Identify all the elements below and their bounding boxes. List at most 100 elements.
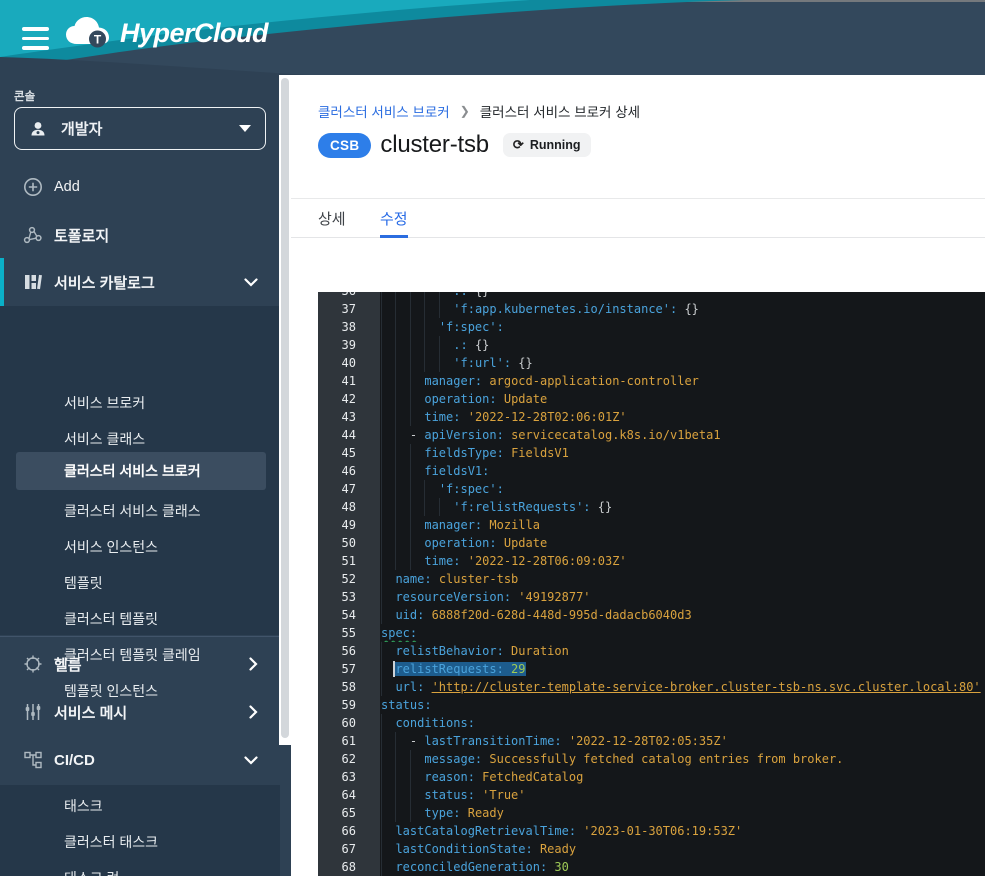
code-line-65: 65type: Ready xyxy=(318,804,985,822)
line-number: 49 xyxy=(318,516,380,534)
section-label: 서비스 메시 xyxy=(54,702,127,723)
code-line-44: 44- apiVersion: servicecatalog.k8s.io/v1… xyxy=(318,426,985,444)
brand-name: HyperCloud xyxy=(120,18,268,49)
sidebar-section-service-catalog[interactable]: 서비스 카탈로그 xyxy=(0,258,280,306)
main-content: 클러스터 서비스 브로커 ❯ 클러스터 서비스 브로커 상세 CSB clust… xyxy=(291,75,985,876)
code-line-49: 49manager: Mozilla xyxy=(318,516,985,534)
tab-edit[interactable]: 수정 xyxy=(380,199,408,238)
code-scroll-area: 36.: {}37'f:app.kubernetes.io/instance':… xyxy=(318,292,985,876)
console-label: 콘솔 xyxy=(14,88,35,104)
sidebar-scrollbar-thumb[interactable] xyxy=(281,78,289,738)
yaml-key: 'f:spec': xyxy=(439,482,504,496)
sidebar-item-task-run[interactable]: 태스크 런 xyxy=(0,860,280,876)
sidebar-section-service-mesh[interactable]: 서비스 메시 xyxy=(0,696,280,728)
line-number: 62 xyxy=(318,750,380,768)
yaml-key: reason: xyxy=(424,770,482,784)
yaml-code-editor[interactable]: 36.: {}37'f:app.kubernetes.io/instance':… xyxy=(318,292,985,876)
code-line-48: 48'f:relistRequests': {} xyxy=(318,498,985,516)
sidebar-item-cluster-service-class[interactable]: 클러스터 서비스 클래스 xyxy=(0,493,280,529)
code-line-45: 45fieldsType: FieldsV1 xyxy=(318,444,985,462)
yaml-value: Successfully fetched catalog entries fro… xyxy=(489,752,843,766)
page-title: cluster-tsb xyxy=(380,131,489,159)
yaml-value: Duration xyxy=(511,644,569,658)
code-line-46: 46fieldsV1: xyxy=(318,462,985,480)
tab-detail[interactable]: 상세 xyxy=(318,199,346,238)
line-number: 41 xyxy=(318,372,380,390)
yaml-value: '49192877' xyxy=(518,590,590,604)
code-line-36: 36.: {} xyxy=(318,292,985,300)
code-line-47: 47'f:spec': xyxy=(318,480,985,498)
helm-wheel-icon xyxy=(22,654,44,674)
app-window: T HyperCloud 콘솔 개발자 Add xyxy=(0,0,985,876)
yaml-value: 30 xyxy=(554,860,568,874)
yaml-value: FetchedCatalog xyxy=(482,770,583,784)
sidebar-item-task[interactable]: 태스크 xyxy=(0,788,280,824)
status-text: Running xyxy=(530,138,581,152)
code-line-54: 54uid: 6888f20d-628d-448d-995d-dadacb604… xyxy=(318,606,985,624)
yaml-value: '2023-01-30T06:19:53Z' xyxy=(583,824,742,838)
code-line-64: 64status: 'True' xyxy=(318,786,985,804)
sidebar-item-service-broker[interactable]: 서비스 브로커 xyxy=(0,385,280,421)
code-line-37: 37'f:app.kubernetes.io/instance': {} xyxy=(318,300,985,318)
sidebar-item-service-instance[interactable]: 서비스 인스턴스 xyxy=(0,529,280,565)
section-label: CI/CD xyxy=(54,752,95,769)
perspective-dropdown[interactable]: 개발자 xyxy=(14,107,266,150)
sidebar-item-cluster-template[interactable]: 클러스터 템플릿 xyxy=(0,601,280,637)
yaml-key: reconciledGeneration: xyxy=(395,860,554,874)
yaml-key: manager: xyxy=(424,518,489,532)
sidebar-item-add[interactable]: Add xyxy=(0,172,280,202)
line-number: 52 xyxy=(318,570,380,588)
sync-icon: ⟳ xyxy=(513,137,524,153)
code-line-43: 43time: '2022-12-28T02:06:01Z' xyxy=(318,408,985,426)
line-number: 57 xyxy=(318,660,380,678)
sidebar-item-cluster-task[interactable]: 클러스터 태스크 xyxy=(0,824,280,860)
code-line-68: 68reconciledGeneration: 30 xyxy=(318,858,985,876)
yaml-key: manager: xyxy=(424,374,489,388)
sliders-icon xyxy=(22,702,44,722)
line-number: 66 xyxy=(318,822,380,840)
line-number: 46 xyxy=(318,462,380,480)
yaml-value: {} xyxy=(684,302,698,316)
sidebar-item-template[interactable]: 템플릿 xyxy=(0,565,280,601)
yaml-key: 'f:relistRequests': xyxy=(453,500,598,514)
brand-logo[interactable]: T HyperCloud xyxy=(64,16,268,50)
menu-hamburger-button[interactable] xyxy=(22,27,49,50)
line-number: 67 xyxy=(318,840,380,858)
yaml-key: status: xyxy=(381,698,432,712)
yaml-key: name: xyxy=(395,572,438,586)
yaml-key: uid: xyxy=(395,608,431,622)
yaml-value: argocd-application-controller xyxy=(489,374,699,388)
breadcrumb-chevron-icon: ❯ xyxy=(460,104,470,118)
resource-kind-badge: CSB xyxy=(318,133,371,158)
code-line-66: 66lastCatalogRetrievalTime: '2023-01-30T… xyxy=(318,822,985,840)
yaml-value: Ready xyxy=(540,842,576,856)
yaml-value: Update xyxy=(504,392,547,406)
yaml-key: time: xyxy=(424,410,467,424)
line-number: 65 xyxy=(318,804,380,822)
sidebar-section-helm[interactable]: 헬름 xyxy=(0,648,280,680)
yaml-key: .: xyxy=(453,338,475,352)
line-number: 55 xyxy=(318,624,380,642)
yaml-key: relistBehavior: xyxy=(395,644,511,658)
code-line-55: 55spec: xyxy=(318,624,985,642)
yaml-key: status: xyxy=(424,788,482,802)
sidebar-item-cluster-service-broker-active[interactable]: 클러스터 서비스 브로커 xyxy=(16,452,266,490)
yaml-key: 'f:spec': xyxy=(439,320,504,334)
code-line-40: 40'f:url': {} xyxy=(318,354,985,372)
tab-bar: 상세 수정 xyxy=(291,198,985,238)
sidebar-scrollbar[interactable] xyxy=(279,75,291,745)
yaml-value: servicecatalog.k8s.io/v1beta1 xyxy=(511,428,721,442)
line-number: 64 xyxy=(318,786,380,804)
code-line-51: 51time: '2022-12-28T06:09:03Z' xyxy=(318,552,985,570)
sidebar-nav: 콘솔 개발자 Add xyxy=(0,75,291,876)
sidebar-section-cicd[interactable]: CI/CD xyxy=(0,744,280,776)
line-number: 61 xyxy=(318,732,380,750)
yaml-key: lastTransitionTime: xyxy=(424,734,569,748)
line-number: 50 xyxy=(318,534,380,552)
add-circle-icon xyxy=(22,177,44,197)
breadcrumb-link[interactable]: 클러스터 서비스 브로커 xyxy=(318,101,450,121)
yaml-value: cluster-tsb xyxy=(439,572,518,586)
sidebar-item-topology[interactable]: 토폴로지 xyxy=(0,220,280,250)
caret-down-icon xyxy=(239,125,251,132)
svg-text:T: T xyxy=(94,33,102,47)
